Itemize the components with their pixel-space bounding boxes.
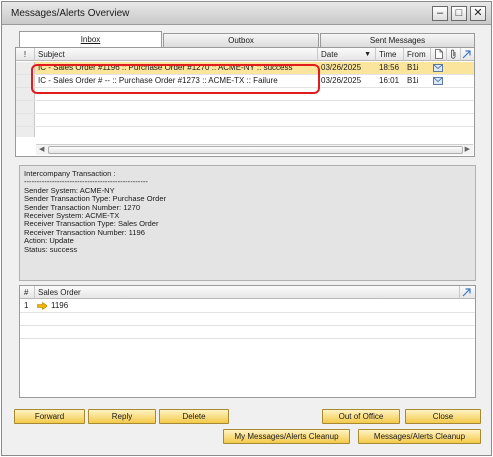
- sales-order-number: 1196: [51, 301, 69, 310]
- message-body-panel[interactable]: Intercompany Transaction : -------------…: [19, 165, 476, 281]
- date-column-label: Date: [321, 50, 338, 59]
- delete-label: Delete: [182, 412, 206, 421]
- document-icon[interactable]: [431, 48, 447, 61]
- row-from: B1i: [407, 63, 419, 72]
- forward-label: Forward: [34, 412, 65, 421]
- link-arrow-icon[interactable]: [35, 300, 47, 312]
- from-column-header[interactable]: From: [404, 48, 431, 61]
- tab-inbox-label: Inbox: [80, 35, 101, 44]
- envelope-icon[interactable]: [432, 75, 448, 87]
- time-column-header[interactable]: Time: [376, 48, 404, 61]
- minimize-icon[interactable]: –: [432, 6, 448, 21]
- row-time: 18:56: [379, 63, 400, 72]
- messages-alerts-window: Messages/Alerts Overview – □ ✕ Inbox Out…: [1, 1, 492, 456]
- horizontal-scrollbar[interactable]: ◀ ▶: [36, 144, 473, 155]
- body-line: Action: Update: [24, 236, 74, 246]
- tab-outbox[interactable]: Outbox: [163, 33, 319, 47]
- row-from: B1i: [407, 76, 419, 85]
- body-line: Status: success: [24, 244, 78, 254]
- scroll-left-icon[interactable]: ◀: [39, 145, 44, 155]
- row-time: 16:01: [379, 76, 400, 85]
- maximize-icon[interactable]: □: [451, 6, 467, 21]
- scrollbar-thumb[interactable]: [48, 146, 463, 154]
- close-label: Close: [432, 412, 454, 421]
- table-row[interactable]: IC - Sales Order #1196 :: Purchase Order…: [16, 62, 474, 74]
- out-of-office-label: Out of Office: [338, 412, 384, 421]
- row-selector[interactable]: [16, 62, 35, 74]
- empty-row: [16, 88, 474, 100]
- grid-header: ! Subject Date ▼ Time From: [16, 48, 474, 61]
- close-button[interactable]: Close: [405, 409, 481, 424]
- delete-button[interactable]: Delete: [159, 409, 229, 424]
- row-selector[interactable]: [16, 75, 35, 87]
- my-messages-cleanup-label: My Messages/Alerts Cleanup: [234, 432, 339, 441]
- attachment-icon[interactable]: [447, 48, 461, 61]
- table-row[interactable]: 1 1196: [20, 300, 475, 312]
- messages-cleanup-label: Messages/Alerts Cleanup: [373, 432, 466, 441]
- messages-grid: ! Subject Date ▼ Time From IC - Sales Or…: [15, 47, 475, 157]
- title-bar[interactable]: Messages/Alerts Overview – □ ✕: [2, 2, 491, 25]
- body-line: Receiver Transaction Number: 1196: [24, 227, 145, 237]
- reply-label: Reply: [111, 412, 133, 421]
- forward-button[interactable]: Forward: [14, 409, 85, 424]
- empty-row: [16, 114, 474, 126]
- empty-row: [16, 127, 474, 137]
- empty-row: [16, 101, 474, 113]
- out-of-office-button[interactable]: Out of Office: [322, 409, 400, 424]
- messages-cleanup-button[interactable]: Messages/Alerts Cleanup: [358, 429, 481, 444]
- sort-desc-icon: ▼: [364, 51, 371, 58]
- table-row[interactable]: IC - Sales Order # -- :: Purchase Order …: [16, 75, 474, 87]
- close-icon[interactable]: ✕: [470, 6, 486, 21]
- subject-column-header[interactable]: Subject: [35, 48, 318, 61]
- row-date: 03/26/2025: [321, 76, 362, 85]
- envelope-icon[interactable]: [432, 62, 448, 74]
- sales-order-column-header[interactable]: Sales Order: [35, 286, 460, 299]
- tab-sent-messages-label: Sent Messages: [369, 36, 426, 45]
- date-column-header[interactable]: Date ▼: [318, 48, 376, 61]
- row-date: 03/26/2025: [321, 63, 362, 72]
- documents-header: # Sales Order: [20, 286, 475, 299]
- reply-button[interactable]: Reply: [88, 409, 156, 424]
- row-index: 1: [24, 301, 29, 310]
- index-column-header[interactable]: #: [20, 286, 35, 299]
- priority-column-header[interactable]: !: [16, 48, 35, 61]
- scroll-right-icon[interactable]: ▶: [465, 145, 470, 155]
- window-title: Messages/Alerts Overview: [11, 8, 130, 19]
- tab-sent-messages[interactable]: Sent Messages: [320, 33, 475, 47]
- expand-icon[interactable]: [460, 286, 475, 299]
- row-subject: IC - Sales Order #1196 :: Purchase Order…: [38, 63, 293, 72]
- tab-inbox[interactable]: Inbox: [19, 31, 162, 48]
- tab-outbox-label: Outbox: [228, 36, 254, 45]
- expand-icon[interactable]: [461, 48, 474, 61]
- my-messages-cleanup-button[interactable]: My Messages/Alerts Cleanup: [223, 429, 350, 444]
- row-subject: IC - Sales Order # -- :: Purchase Order …: [38, 76, 278, 85]
- linked-documents-grid: # Sales Order 1 1196: [19, 285, 476, 398]
